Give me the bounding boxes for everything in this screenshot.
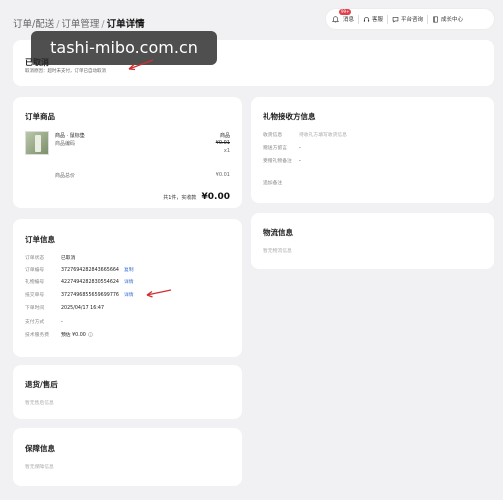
payment-summary-label: 共1件，实收款: [163, 195, 197, 201]
consult-button[interactable]: 平台咨询: [392, 15, 423, 23]
order-row-key: 支付方式: [25, 320, 45, 325]
breadcrumb: 订单/配送 / 订单管理 / 订单详情: [13, 19, 145, 30]
guarantee-section-title: 保障信息: [25, 444, 55, 453]
order-row-key: 订单编号: [25, 268, 45, 273]
gift-row-key: 受赠礼物备注: [263, 159, 292, 164]
bell-icon: [332, 15, 339, 22]
unit-price-label: 商品: [219, 133, 230, 139]
order-row-value: -: [61, 320, 63, 325]
guarantee-empty-text: 暂无保障信息: [25, 465, 54, 470]
breadcrumb-orders-delivery[interactable]: 订单/配送: [13, 19, 54, 30]
order-row-value: 3727496855659699776: [61, 293, 119, 298]
consult-label: 平台咨询: [401, 17, 424, 23]
goods-total-label: 商品总价: [55, 173, 76, 179]
gift-recipient-section-title: 礼物接收方信息: [263, 112, 316, 121]
gift-row-extra-note: 追加备注: [263, 179, 299, 186]
messages-label: 消息: [343, 17, 355, 23]
gift-row-key: 赠送方留言: [263, 146, 287, 151]
annotation-arrow-icon: [146, 289, 172, 298]
divider: [387, 14, 389, 24]
goods-total-value: ¥0.01: [215, 172, 230, 178]
logistics-card: [251, 213, 494, 269]
order-info-section-title: 订单信息: [25, 235, 55, 244]
service-label: 客服: [372, 17, 384, 23]
gift-row-value: -: [299, 159, 301, 164]
info-icon[interactable]: [88, 332, 94, 337]
order-row-value: 4227494282830554624: [61, 280, 119, 285]
payment-summary: 共1件，实收款 ¥0.00: [150, 184, 230, 203]
order-row-value: 预估 ¥0.00: [61, 333, 86, 338]
growth-center-button[interactable]: 成长中心: [432, 15, 463, 23]
headset-icon: [363, 16, 370, 22]
service-button[interactable]: 客服: [363, 15, 383, 23]
order-row-gift-number: 礼物编号 4227494282830554624 详情: [25, 278, 134, 285]
after-sales-empty-text: 暂无售后信息: [25, 401, 54, 406]
logistics-section-title: 物流信息: [263, 228, 293, 237]
order-row-value: 已取消: [61, 256, 76, 261]
order-row-key: 下单时间: [25, 306, 45, 311]
gift-row-receive-info: 收货信息 待收礼方填写收货信息: [263, 131, 347, 138]
product-thumbnail: [25, 131, 49, 155]
after-sales-section-title: 退货/售后: [25, 380, 58, 389]
order-row-submit-number: 抵交单号 3727496855659699776 详情: [25, 291, 134, 298]
after-sales-card: [13, 365, 242, 419]
order-row-value: 3727694282843665664: [61, 268, 119, 273]
order-row-key: 礼物编号: [25, 280, 45, 285]
gift-row-recipient-note: 受赠礼物备注 -: [263, 157, 301, 164]
product-section-title: 订单商品: [25, 112, 55, 121]
payment-summary-amount: ¥0.00: [201, 192, 230, 202]
watermark-overlay: tashi-mibo.com.cn: [31, 31, 217, 65]
order-row-order-time: 下单时间 2025/04/17 16:47: [25, 304, 104, 311]
copy-order-number-link[interactable]: 复制: [124, 268, 134, 273]
breadcrumb-order-management[interactable]: 订单管理: [61, 19, 99, 30]
gift-row-key: 收货信息: [263, 133, 283, 138]
guarantee-card: [13, 428, 242, 486]
submit-detail-link[interactable]: 详情: [124, 293, 134, 298]
product-code-label: 商品编码: [55, 141, 76, 147]
breadcrumb-current: 订单详情: [106, 19, 145, 30]
order-row-value: 2025/04/17 16:47: [61, 306, 104, 311]
growth-center-label: 成长中心: [441, 17, 464, 23]
gift-row-key: 追加备注: [263, 181, 283, 186]
header-actions: 99+ 消息 客服 平台咨询 成长中心: [325, 8, 495, 30]
quantity: x1: [223, 148, 230, 154]
order-row-key: 订单状态: [25, 256, 45, 261]
gift-row-sender-message: 赠送方留言 -: [263, 144, 301, 151]
order-row-key: 抵交单号: [25, 293, 45, 298]
unit-price: ¥0.01: [215, 140, 230, 146]
logistics-empty-text: 暂无物流信息: [263, 249, 292, 254]
divider: [427, 14, 429, 24]
unread-badge: 99+: [339, 9, 352, 15]
annotation-arrow-icon: [128, 59, 154, 71]
order-row-order-number: 订单编号 3727694282843665664 复制: [25, 266, 134, 273]
gift-row-value: -: [299, 146, 301, 151]
product-name[interactable]: 商品 · 鼠标垫: [55, 132, 85, 139]
order-row-status: 订单状态 已取消: [25, 254, 75, 261]
gift-row-value: 待收礼方填写收货信息: [299, 133, 347, 138]
cancel-reason: 取消原因：超时未支付，订单已自动取消: [25, 69, 106, 74]
order-row-payment-method: 支付方式 -: [25, 318, 63, 325]
order-row-key: 技术服务费: [25, 333, 49, 338]
order-row-service-fee: 技术服务费 预估 ¥0.00: [25, 331, 94, 338]
chat-bubble-icon: [392, 16, 399, 23]
gift-detail-link[interactable]: 详情: [124, 280, 134, 285]
messages-button[interactable]: 99+ 消息: [332, 9, 355, 23]
divider: [358, 14, 360, 24]
book-icon: [433, 16, 438, 22]
